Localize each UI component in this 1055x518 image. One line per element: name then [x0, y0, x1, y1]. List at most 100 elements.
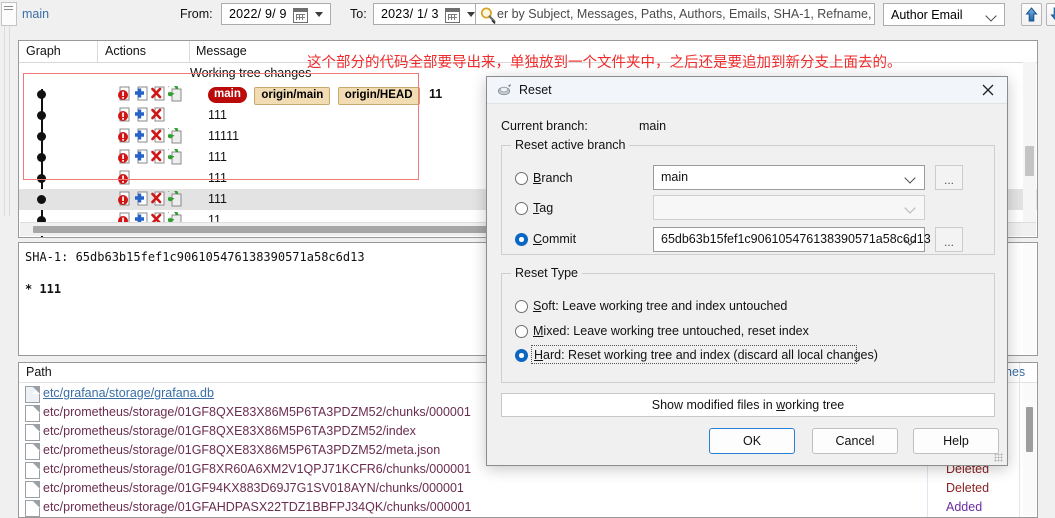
scrollbar-thumb[interactable]	[1026, 407, 1033, 452]
from-date-value: 2022/ 9/ 9	[229, 7, 287, 21]
search-field-select[interactable]: Author Email	[883, 3, 1005, 26]
row-action-icons[interactable]	[117, 170, 187, 187]
search-icon	[479, 6, 497, 24]
graph-vertical-scrollbar[interactable]	[1023, 62, 1036, 223]
chevron-down-icon[interactable]	[904, 202, 916, 214]
grip-dots-icon	[4, 6, 13, 12]
commit-dot	[37, 153, 46, 162]
chevron-down-icon[interactable]	[315, 12, 323, 17]
show-modified-pre: Show modified files in	[651, 398, 777, 412]
radio-hard-label[interactable]: Hard: Reset working tree and index (disc…	[534, 348, 878, 362]
radio-mixed-label[interactable]: Mixed: Leave working tree untouched, res…	[533, 324, 809, 338]
cancel-button[interactable]: Cancel	[812, 428, 898, 454]
radio-commit[interactable]	[515, 233, 528, 246]
tag-combo[interactable]	[653, 195, 925, 220]
column-header-path[interactable]: Path	[26, 365, 52, 379]
commit-dot	[37, 195, 46, 204]
search-next-button[interactable]	[1046, 3, 1055, 26]
radio-tag[interactable]	[515, 202, 528, 215]
branch-tab[interactable]: main	[22, 7, 49, 21]
header-separator[interactable]	[189, 41, 190, 62]
chevron-down-icon[interactable]	[904, 172, 916, 184]
close-icon[interactable]	[980, 82, 996, 98]
file-path[interactable]: etc/grafana/storage/grafana.db	[43, 386, 214, 400]
rail-divider	[4, 26, 5, 216]
file-path[interactable]: etc/prometheus/storage/01GF8QXE83X86M5P6…	[43, 405, 471, 419]
from-date-input[interactable]: 2022/ 9/ 9	[221, 3, 331, 25]
calendar-icon	[293, 8, 308, 23]
current-branch-value: main	[639, 119, 667, 133]
radio-commit-label[interactable]: Commit	[533, 232, 576, 246]
toolbar-overflow-button[interactable]	[1, 2, 17, 26]
accesskey-m: M	[533, 324, 544, 338]
radio-soft[interactable]	[515, 300, 528, 313]
radio-hard[interactable]	[515, 349, 528, 362]
branch-combo-value: main	[661, 170, 689, 184]
commit-browse-button[interactable]: ...	[935, 227, 963, 252]
annotation-text: 这个部分的代码全部要导出来，单独放到一个文件夹中，之后还是要追加到新分支上面去的…	[307, 55, 902, 71]
chevron-down-icon[interactable]	[467, 12, 475, 17]
scrollbar-thumb[interactable]	[33, 226, 495, 233]
commit-combo-value: 65db63b15fef1c906105476138390571a58c6d13	[661, 232, 931, 246]
help-button[interactable]: Help	[913, 428, 999, 454]
column-header-actions[interactable]: Actions	[105, 44, 146, 58]
file-path[interactable]: etc/prometheus/storage/01GF8XR60A6XM2V1Q…	[43, 462, 471, 476]
accesskey-c: C	[533, 232, 543, 246]
search-prev-button[interactable]	[1021, 3, 1042, 26]
commit-subject: 111	[208, 171, 228, 185]
column-header-graph[interactable]: Graph	[26, 44, 61, 58]
file-row[interactable]: etc/prometheus/storage/01GF94KX883D69J7G…	[19, 479, 1037, 498]
row-action-icons[interactable]	[117, 107, 187, 124]
file-status: Deleted	[946, 481, 990, 495]
group-label-reset-branch: Reset active branch	[511, 138, 630, 152]
row-action-icons[interactable]	[117, 86, 187, 103]
branch-combo[interactable]: main	[653, 165, 925, 190]
working-tree-row[interactable]: Working tree changes	[190, 66, 311, 80]
to-label: To:	[350, 7, 367, 21]
accesskey-w: w	[776, 398, 786, 412]
file-path[interactable]: etc/prometheus/storage/01GF8QXE83X86M5P6…	[43, 424, 416, 438]
modified-file-icon	[25, 386, 40, 403]
reset-icon	[497, 83, 513, 98]
search-placeholder: er by Subject, Messages, Paths, Authors,…	[497, 7, 875, 21]
radio-branch[interactable]	[515, 172, 528, 185]
file-icon	[25, 405, 40, 422]
down-arrow-icon	[1050, 7, 1055, 20]
show-modified-files-button[interactable]: Show modified files in working tree	[501, 393, 995, 417]
header-separator[interactable]	[97, 41, 98, 62]
row-action-icons[interactable]	[117, 191, 187, 208]
commit-combo[interactable]: 65db63b15fef1c906105476138390571a58c6d13	[653, 227, 931, 252]
commit-dot	[37, 174, 46, 183]
ref-badge-remote[interactable]: origin/main	[254, 87, 331, 105]
reset-dialog[interactable]: Reset Current branch: main Reset active …	[486, 76, 1008, 466]
file-list-vertical-scrollbar[interactable]	[1023, 383, 1036, 516]
ref-badge-head[interactable]: main	[208, 87, 247, 103]
search-input[interactable]: er by Subject, Messages, Paths, Authors,…	[475, 3, 875, 25]
radio-soft-label[interactable]: Soft: Leave working tree and index untou…	[533, 299, 787, 313]
row-action-icons[interactable]	[117, 128, 187, 145]
file-path[interactable]: etc/prometheus/storage/01GF94KX883D69J7G…	[43, 481, 464, 495]
to-date-input[interactable]: 2023/ 1/ 3	[373, 3, 483, 25]
commit-subject: 11	[429, 87, 443, 101]
sha1-line: SHA-1: 65db63b15fef1c906105476138390571a…	[25, 250, 365, 264]
file-path[interactable]: etc/prometheus/storage/01GFAHDPASX22TDZ1…	[43, 500, 471, 514]
row-action-icons[interactable]	[117, 149, 187, 166]
column-header-message[interactable]: Message	[196, 44, 247, 58]
radio-mixed[interactable]	[515, 325, 528, 338]
column-header-lines[interactable]: nes	[1005, 365, 1025, 379]
radio-branch-label[interactable]: Branch	[533, 171, 573, 185]
radio-tag-label[interactable]: Tag	[533, 201, 553, 215]
calendar-icon	[445, 8, 460, 23]
detail-vertical-scrollbar[interactable]	[1023, 244, 1036, 354]
branch-browse-button[interactable]: ...	[935, 165, 963, 190]
ok-button[interactable]: OK	[709, 428, 795, 454]
ref-badge-remote[interactable]: origin/HEAD	[337, 87, 420, 105]
file-path[interactable]: etc/prometheus/storage/01GF8QXE83X86M5P6…	[43, 443, 440, 457]
show-modified-files-label: Show modified files in working tree	[502, 398, 994, 412]
up-arrow-icon	[1025, 7, 1038, 22]
scrollbar-thumb[interactable]	[1025, 146, 1034, 176]
resize-grip-icon[interactable]	[994, 453, 1003, 462]
file-icon	[25, 481, 40, 498]
file-row[interactable]: etc/prometheus/storage/01GFAHDPASX22TDZ1…	[19, 498, 1037, 517]
accesskey-h: H	[534, 348, 544, 362]
